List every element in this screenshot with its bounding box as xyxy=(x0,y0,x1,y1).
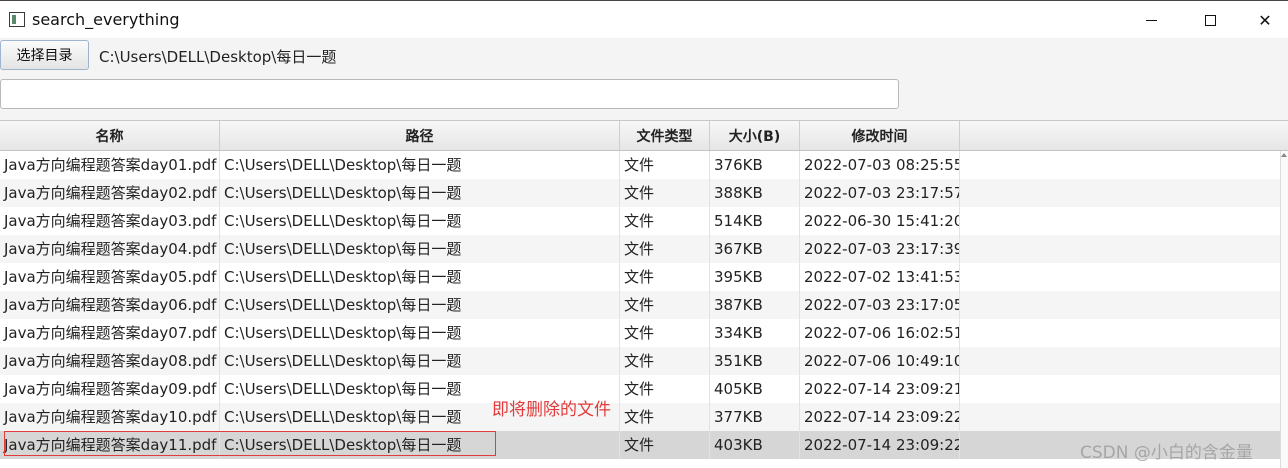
table-row[interactable]: Java方向编程题答案day04.pdf C:\Users\DELL\Deskto… xyxy=(0,235,1280,263)
table-row[interactable]: Java方向编程题答案day08.pdf C:\Users\DELL\Deskto… xyxy=(0,347,1280,375)
cell-name: Java方向编程题答案day10.pdf xyxy=(0,403,220,431)
cell-name: Java方向编程题答案day09.pdf xyxy=(0,375,220,403)
cell-modified: 2022-07-06 16:02:51 xyxy=(800,319,960,347)
scroll-up-icon[interactable] xyxy=(1281,153,1287,157)
cell-size: 403KB xyxy=(710,431,800,459)
table-row[interactable]: Java方向编程题答案day03.pdf C:\Users\DELL\Deskto… xyxy=(0,207,1280,235)
choose-directory-button[interactable]: 选择目录 xyxy=(0,40,89,70)
cell-modified: 2022-07-06 10:49:10 xyxy=(800,347,960,375)
cell-path: C:\Users\DELL\Desktop\每日一题 xyxy=(220,179,620,207)
maximize-icon xyxy=(1204,14,1216,26)
cell-type: 文件 xyxy=(620,151,710,179)
table-row[interactable]: Java方向编程题答案day01.pdf C:\Users\DELL\Deskto… xyxy=(0,151,1280,179)
cell-name: Java方向编程题答案day06.pdf xyxy=(0,291,220,319)
cell-size: 395KB xyxy=(710,263,800,291)
maximize-button[interactable] xyxy=(1187,1,1233,39)
file-table: 名称 路径 文件类型 大小(B) 修改时间 Java方向编程题答案day01.p… xyxy=(0,120,1288,468)
cell-name: Java方向编程题答案day01.pdf xyxy=(0,151,220,179)
table-row[interactable]: Java方向编程题答案day07.pdf C:\Users\DELL\Deskto… xyxy=(0,319,1280,347)
cell-size: 351KB xyxy=(710,347,800,375)
cell-modified: 2022-07-03 23:17:05 xyxy=(800,291,960,319)
cell-path: C:\Users\DELL\Desktop\每日一题 xyxy=(220,319,620,347)
cell-type: 文件 xyxy=(620,291,710,319)
app-window-icon xyxy=(9,12,25,27)
column-header-name[interactable]: 名称 xyxy=(0,121,220,150)
cell-type: 文件 xyxy=(620,403,710,431)
title-bar: search_everything ✕ xyxy=(0,0,1288,38)
cell-modified: 2022-07-03 08:25:55 xyxy=(800,151,960,179)
current-path-label: C:\Users\DELL\Desktop\每日一题 xyxy=(99,48,337,66)
cell-modified: 2022-07-14 23:09:22 xyxy=(800,431,960,459)
cell-name: Java方向编程题答案day04.pdf xyxy=(0,235,220,263)
column-header-size[interactable]: 大小(B) xyxy=(710,121,800,150)
table-body: Java方向编程题答案day01.pdf C:\Users\DELL\Deskto… xyxy=(0,151,1280,468)
cell-name: Java方向编程题答案day11.pdf xyxy=(0,431,220,459)
cell-path: C:\Users\DELL\Desktop\每日一题 xyxy=(220,235,620,263)
column-header-modified[interactable]: 修改时间 xyxy=(800,121,960,150)
cell-name: Java方向编程题答案day02.pdf xyxy=(0,179,220,207)
cell-path: C:\Users\DELL\Desktop\每日一题 xyxy=(220,347,620,375)
minimize-button[interactable] xyxy=(1128,1,1174,39)
cell-size: 367KB xyxy=(710,235,800,263)
cell-modified: 2022-07-02 13:41:53 xyxy=(800,263,960,291)
annotation-label: 即将删除的文件 xyxy=(492,400,611,420)
cell-modified: 2022-07-14 23:09:22 xyxy=(800,403,960,431)
table-row[interactable]: Java方向编程题答案day09.pdf C:\Users\DELL\Deskto… xyxy=(0,375,1280,403)
close-button[interactable]: ✕ xyxy=(1242,1,1288,39)
window-title: search_everything xyxy=(32,10,180,29)
cell-modified: 2022-07-14 23:09:21 xyxy=(800,375,960,403)
watermark: CSDN @小白的含金量 xyxy=(1080,443,1253,463)
cell-type: 文件 xyxy=(620,263,710,291)
cell-modified: 2022-07-03 23:17:39 xyxy=(800,235,960,263)
cell-path: C:\Users\DELL\Desktop\每日一题 xyxy=(220,431,620,459)
cell-type: 文件 xyxy=(620,375,710,403)
column-header-type[interactable]: 文件类型 xyxy=(620,121,710,150)
cell-size: 388KB xyxy=(710,179,800,207)
cell-size: 514KB xyxy=(710,207,800,235)
vertical-scrollbar[interactable] xyxy=(1280,151,1288,468)
cell-type: 文件 xyxy=(620,431,710,459)
cell-size: 376KB xyxy=(710,151,800,179)
cell-size: 405KB xyxy=(710,375,800,403)
table-header: 名称 路径 文件类型 大小(B) 修改时间 xyxy=(0,121,1288,151)
table-row[interactable]: Java方向编程题答案day10.pdf C:\Users\DELL\Deskto… xyxy=(0,403,1280,431)
cell-path: C:\Users\DELL\Desktop\每日一题 xyxy=(220,263,620,291)
column-header-path[interactable]: 路径 xyxy=(220,121,620,150)
cell-name: Java方向编程题答案day03.pdf xyxy=(0,207,220,235)
cell-type: 文件 xyxy=(620,319,710,347)
cell-path: C:\Users\DELL\Desktop\每日一题 xyxy=(220,207,620,235)
minimize-icon xyxy=(1145,19,1157,21)
table-row[interactable]: Java方向编程题答案day05.pdf C:\Users\DELL\Deskto… xyxy=(0,263,1280,291)
toolbar: 选择目录 C:\Users\DELL\Desktop\每日一题 xyxy=(0,38,1288,120)
cell-type: 文件 xyxy=(620,347,710,375)
search-input[interactable] xyxy=(0,79,899,109)
cell-name: Java方向编程题答案day08.pdf xyxy=(0,347,220,375)
cell-modified: 2022-07-03 23:17:57 xyxy=(800,179,960,207)
cell-name: Java方向编程题答案day07.pdf xyxy=(0,319,220,347)
cell-name: Java方向编程题答案day05.pdf xyxy=(0,263,220,291)
table-row[interactable]: Java方向编程题答案day06.pdf C:\Users\DELL\Deskto… xyxy=(0,291,1280,319)
cell-type: 文件 xyxy=(620,235,710,263)
cell-path: C:\Users\DELL\Desktop\每日一题 xyxy=(220,291,620,319)
cell-size: 387KB xyxy=(710,291,800,319)
cell-type: 文件 xyxy=(620,179,710,207)
cell-modified: 2022-06-30 15:41:20 xyxy=(800,207,960,235)
cell-path: C:\Users\DELL\Desktop\每日一题 xyxy=(220,151,620,179)
cell-size: 334KB xyxy=(710,319,800,347)
close-icon: ✕ xyxy=(1258,10,1272,30)
cell-size: 377KB xyxy=(710,403,800,431)
table-row[interactable]: Java方向编程题答案day02.pdf C:\Users\DELL\Deskto… xyxy=(0,179,1280,207)
cell-type: 文件 xyxy=(620,207,710,235)
